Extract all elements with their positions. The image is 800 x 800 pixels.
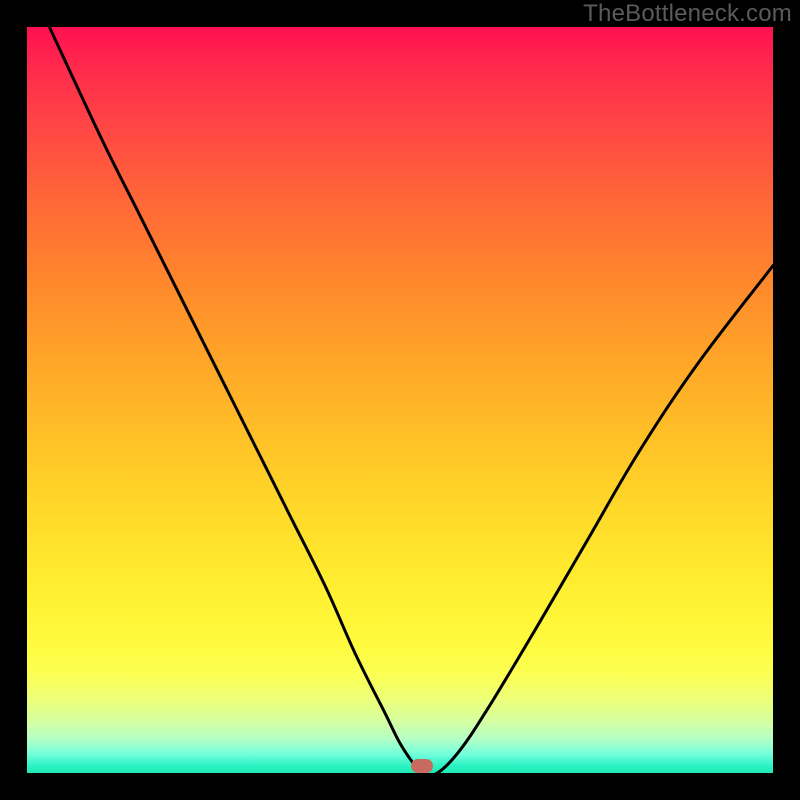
- bottleneck-curve: [49, 27, 773, 773]
- plot-area: [27, 27, 773, 773]
- watermark-text: TheBottleneck.com: [583, 0, 792, 28]
- chart-frame: TheBottleneck.com: [0, 0, 800, 800]
- minimum-marker: [411, 759, 433, 773]
- curve-svg: [27, 27, 773, 773]
